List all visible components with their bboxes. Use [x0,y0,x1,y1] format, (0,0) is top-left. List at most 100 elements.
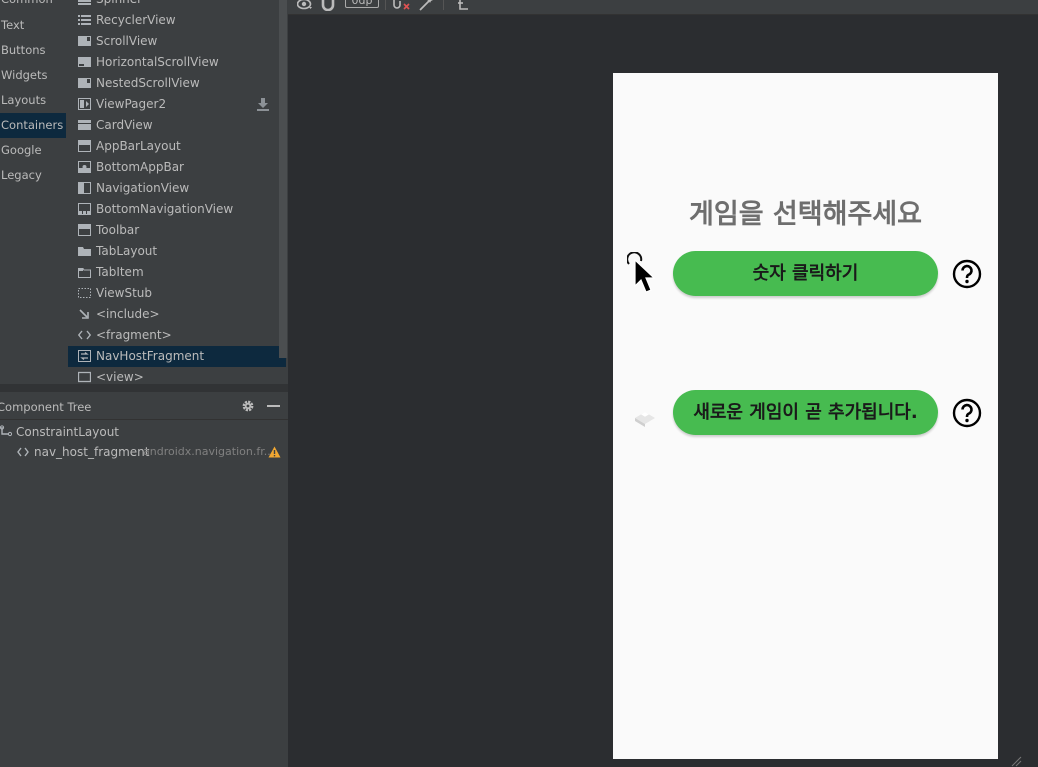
category-google[interactable]: Google [0,138,66,163]
tree-node-constraintlayout[interactable]: ConstraintLayout [0,422,288,442]
widget-item-appbarlayout[interactable]: AppBarLayout [68,136,286,157]
widget-label: <fragment> [96,328,172,342]
widget-item-bottomnavigationview[interactable]: BottomNavigationView [68,199,286,220]
coming-soon-game-button[interactable]: 새로운 게임이 곧 추가됩니다. [673,390,938,435]
eye-icon[interactable] [297,0,313,11]
widget-label: BottomAppBar [96,160,184,174]
game-row-coming-soon: 새로운 게임이 곧 추가됩니다. [613,390,998,436]
widget-label: <include> [96,307,160,321]
category-common[interactable]: Common [0,0,66,12]
magnet-icon[interactable] [321,0,335,11]
panel-splitter[interactable] [0,384,288,392]
component-tree-panel: Component Tree ConstraintLayout nav_host… [0,392,288,767]
category-legacy[interactable]: Legacy [0,163,66,188]
widget-label: <view> [96,370,144,384]
tree-node-label: nav_host_fragment [34,445,150,459]
category-layouts[interactable]: Layouts [0,88,66,113]
widget-item-viewpager2[interactable]: ViewPager2 [68,94,286,115]
widget-item-viewstub[interactable]: ViewStub [68,283,286,304]
widget-item-scrollview[interactable]: ScrollView [68,31,286,52]
tree-node-nav-host-fragment[interactable]: nav_host_fragment androidx.navigation.fr… [0,442,288,462]
code-brackets-icon [78,330,91,340]
help-icon[interactable] [952,259,982,289]
widget-label: TabItem [96,265,144,279]
tablayout-icon [78,247,91,256]
palette-scrollbar[interactable] [279,0,287,358]
game-row-number-click: 숫자 클릭하기 [613,251,998,297]
widget-item-nestedscrollview[interactable]: NestedScrollView [68,73,286,94]
widget-item-spinner[interactable]: Spinner [68,0,286,10]
widget-label: Spinner [96,0,142,10]
category-text[interactable]: Text [0,13,66,38]
toolbar-icon [78,224,91,236]
warning-icon[interactable] [268,446,281,458]
device-preview[interactable]: 게임을 선택해주세요 숫자 클릭하기 새로운 게임이 곧 추가됩니다. [613,73,998,759]
component-tree-title: Component Tree [0,400,92,414]
widget-label: ViewStub [96,286,153,300]
magic-wand-icon[interactable] [419,0,433,11]
align-icon[interactable] [455,0,469,11]
default-margin-dropdown[interactable]: 0dp [345,0,379,8]
tabitem-icon [78,268,91,278]
widget-label: CardView [96,118,153,132]
click-pointer-icon [627,252,656,293]
navhost-icon [78,350,91,362]
spinner-icon [78,0,91,5]
widget-item-horizontalscrollview[interactable]: HorizontalScrollView [68,52,286,73]
card-icon [78,120,91,130]
widget-item-bottomappbar[interactable]: BottomAppBar [68,157,286,178]
widget-label: BottomNavigationView [96,202,234,216]
category-containers[interactable]: Containers [0,113,66,138]
category-buttons[interactable]: Buttons [0,38,66,63]
widget-label: AppBarLayout [96,139,181,153]
appbar-icon [78,140,91,152]
toolbar-separator [443,0,444,10]
screen-title: 게임을 선택해주세요 [689,199,922,230]
horizontal-scroll-icon [78,57,91,67]
help-icon[interactable] [952,398,982,428]
number-click-game-button[interactable]: 숫자 클릭하기 [673,251,938,296]
widget-item-tabitem[interactable]: TabItem [68,262,286,283]
gear-icon[interactable] [241,399,255,413]
palette-categories: Common Text Buttons Widgets Layouts Cont… [0,0,66,384]
code-brackets-icon [17,447,29,457]
minimize-icon[interactable] [267,405,280,407]
widget-label: Toolbar [96,223,140,237]
view-icon [78,371,91,383]
widget-item-fragment[interactable]: <fragment> [68,325,286,346]
palette-panel: Common Text Buttons Widgets Layouts Cont… [0,0,288,384]
include-arrow-icon [79,309,89,319]
toolbar-separator [385,0,386,10]
widget-item-navigationview[interactable]: NavigationView [68,178,286,199]
design-canvas[interactable]: 0dp 게임을 선택해주세요 숫자 클릭하기 새로운 게임이 곧 추가됩니다. [288,0,1038,767]
widget-item-view[interactable]: <view> [68,367,286,384]
widget-label: TabLayout [96,244,158,258]
navigation-view-icon [78,182,91,194]
widget-label: NavigationView [96,181,190,195]
list-icon [78,15,91,25]
tree-node-label: ConstraintLayout [16,425,120,439]
resize-handle-icon[interactable] [1010,755,1022,767]
widget-label: RecyclerView [96,13,176,27]
tree-node-class: androidx.navigation.fr... [143,445,275,458]
widget-item-tablayout[interactable]: TabLayout [68,241,286,262]
nested-scroll-icon [78,78,91,88]
widget-label: ScrollView [96,34,158,48]
widget-item-recyclerview[interactable]: RecyclerView [68,10,286,31]
scrollview-icon [78,36,91,46]
bottom-appbar-icon [78,161,91,173]
download-icon[interactable] [257,98,269,111]
widget-item-toolbar[interactable]: Toolbar [68,220,286,241]
design-toolbar: 0dp [288,0,1038,15]
widget-label: ViewPager2 [96,97,167,111]
widget-item-cardview[interactable]: CardView [68,115,286,136]
palette-widget-list: Spinner RecyclerView ScrollView Horizont… [68,0,286,384]
viewpager-icon [78,98,91,110]
widget-label: NavHostFragment [96,349,205,363]
bottom-navigation-icon [78,203,91,215]
viewstub-icon [78,288,91,298]
category-widgets[interactable]: Widgets [0,63,66,88]
widget-item-include[interactable]: <include> [68,304,286,325]
widget-item-navhostfragment[interactable]: NavHostFragment [68,346,286,367]
clear-constraints-icon[interactable] [392,0,412,11]
